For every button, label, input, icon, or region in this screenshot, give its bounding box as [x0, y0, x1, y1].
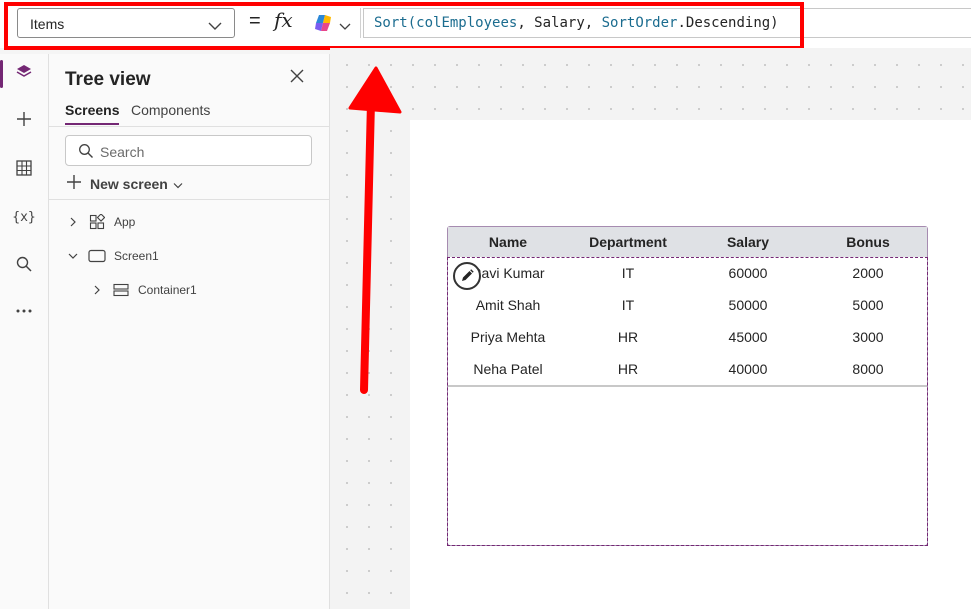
cell-salary: 50000 — [728, 297, 768, 313]
chevron-down-icon — [173, 176, 183, 192]
edit-icon[interactable] — [453, 262, 481, 290]
gallery-row[interactable]: Neha Patel HR 40000 8000 — [448, 353, 927, 387]
container-icon — [110, 283, 132, 297]
chevron-down-icon — [339, 18, 351, 36]
tree-node-container1[interactable]: Container1 — [90, 277, 197, 303]
tree-node-app[interactable]: App — [66, 209, 135, 235]
divider — [49, 199, 329, 200]
formula-token: .Descending) — [677, 15, 779, 31]
search-icon — [78, 143, 94, 164]
tree-node-label: Screen1 — [114, 249, 159, 263]
tree-node-screen1[interactable]: Screen1 — [66, 243, 159, 269]
plus-icon — [66, 174, 82, 193]
divider — [49, 126, 329, 127]
formula-token: colEmployees — [416, 15, 518, 31]
fx-icon[interactable]: fx — [274, 8, 293, 32]
rail-insert[interactable] — [0, 103, 48, 139]
search-input[interactable] — [98, 142, 302, 162]
tree-node-label: App — [114, 215, 136, 229]
screen-icon — [86, 249, 108, 263]
rail-variables[interactable]: {x} — [0, 199, 48, 235]
rail-more[interactable] — [0, 292, 48, 328]
cell-department: IT — [621, 265, 635, 281]
tree-view-panel: Tree view Screens Components New screen — [49, 54, 330, 609]
rail-search[interactable] — [0, 248, 48, 284]
app-icon — [86, 214, 108, 230]
copilot-icon — [313, 14, 333, 37]
tab-screens[interactable]: Screens — [65, 102, 120, 125]
search-icon — [15, 255, 33, 278]
formula-input[interactable]: Sort(colEmployees, Salary, SortOrder.Des… — [363, 8, 971, 38]
cell-department: IT — [621, 297, 635, 313]
new-screen-button[interactable]: New screen — [66, 174, 183, 193]
cell-bonus: 2000 — [852, 265, 884, 281]
gallery-row[interactable]: Amit Shah IT 50000 5000 — [448, 289, 927, 323]
formula-token: Sort( — [374, 15, 417, 31]
column-header: Department — [589, 234, 667, 250]
cell-name: Priya Mehta — [470, 329, 546, 345]
left-rail: {x} — [0, 54, 49, 609]
column-header: Salary — [726, 234, 770, 250]
cell-bonus: 3000 — [852, 329, 884, 345]
cell-salary: 45000 — [728, 329, 768, 345]
search-box[interactable] — [65, 135, 312, 166]
chevron-right-icon[interactable] — [90, 285, 104, 295]
formula-token: SortOrder — [601, 15, 678, 31]
chevron-down-icon — [208, 18, 222, 36]
rail-tree-view[interactable] — [0, 56, 48, 92]
rail-data[interactable] — [0, 152, 48, 188]
cell-bonus: 8000 — [852, 361, 884, 377]
copilot-button[interactable] — [303, 8, 361, 38]
cell-department: HR — [617, 361, 639, 377]
close-icon[interactable] — [290, 69, 304, 88]
chevron-right-icon[interactable] — [66, 217, 80, 227]
chevron-down-icon[interactable] — [66, 252, 80, 260]
plus-icon — [15, 110, 33, 133]
cell-name: Amit Shah — [475, 297, 541, 313]
panel-title: Tree view — [65, 69, 151, 90]
cell-salary: 40000 — [728, 361, 768, 377]
gallery-row[interactable]: Priya Mehta HR 45000 3000 — [448, 321, 927, 355]
table-icon — [15, 159, 33, 182]
active-indicator — [0, 60, 3, 88]
column-header: Bonus — [846, 234, 890, 250]
property-dropdown-value: Items — [30, 16, 65, 32]
equals-sign: = — [249, 10, 261, 32]
formula-token: , Salary, — [517, 15, 602, 31]
cell-bonus: 5000 — [852, 297, 884, 313]
more-icon — [15, 301, 33, 319]
cell-name: Neha Patel — [473, 361, 543, 377]
gallery-row[interactable]: Ravi Kumar IT 60000 2000 — [448, 257, 927, 291]
property-dropdown[interactable]: Items — [17, 8, 235, 38]
formula-bar: Items = fx Sort(colEmployees, Salary, So… — [0, 0, 971, 48]
gallery-header: Name Department Salary Bonus — [448, 227, 927, 258]
cell-salary: 60000 — [728, 265, 768, 281]
new-screen-label: New screen — [90, 175, 168, 192]
variables-icon: {x} — [12, 209, 36, 225]
cell-department: HR — [617, 329, 639, 345]
column-header: Name — [488, 234, 528, 250]
tab-components[interactable]: Components — [131, 102, 210, 123]
tree-node-label: Container1 — [138, 283, 197, 297]
layers-icon — [15, 63, 33, 86]
